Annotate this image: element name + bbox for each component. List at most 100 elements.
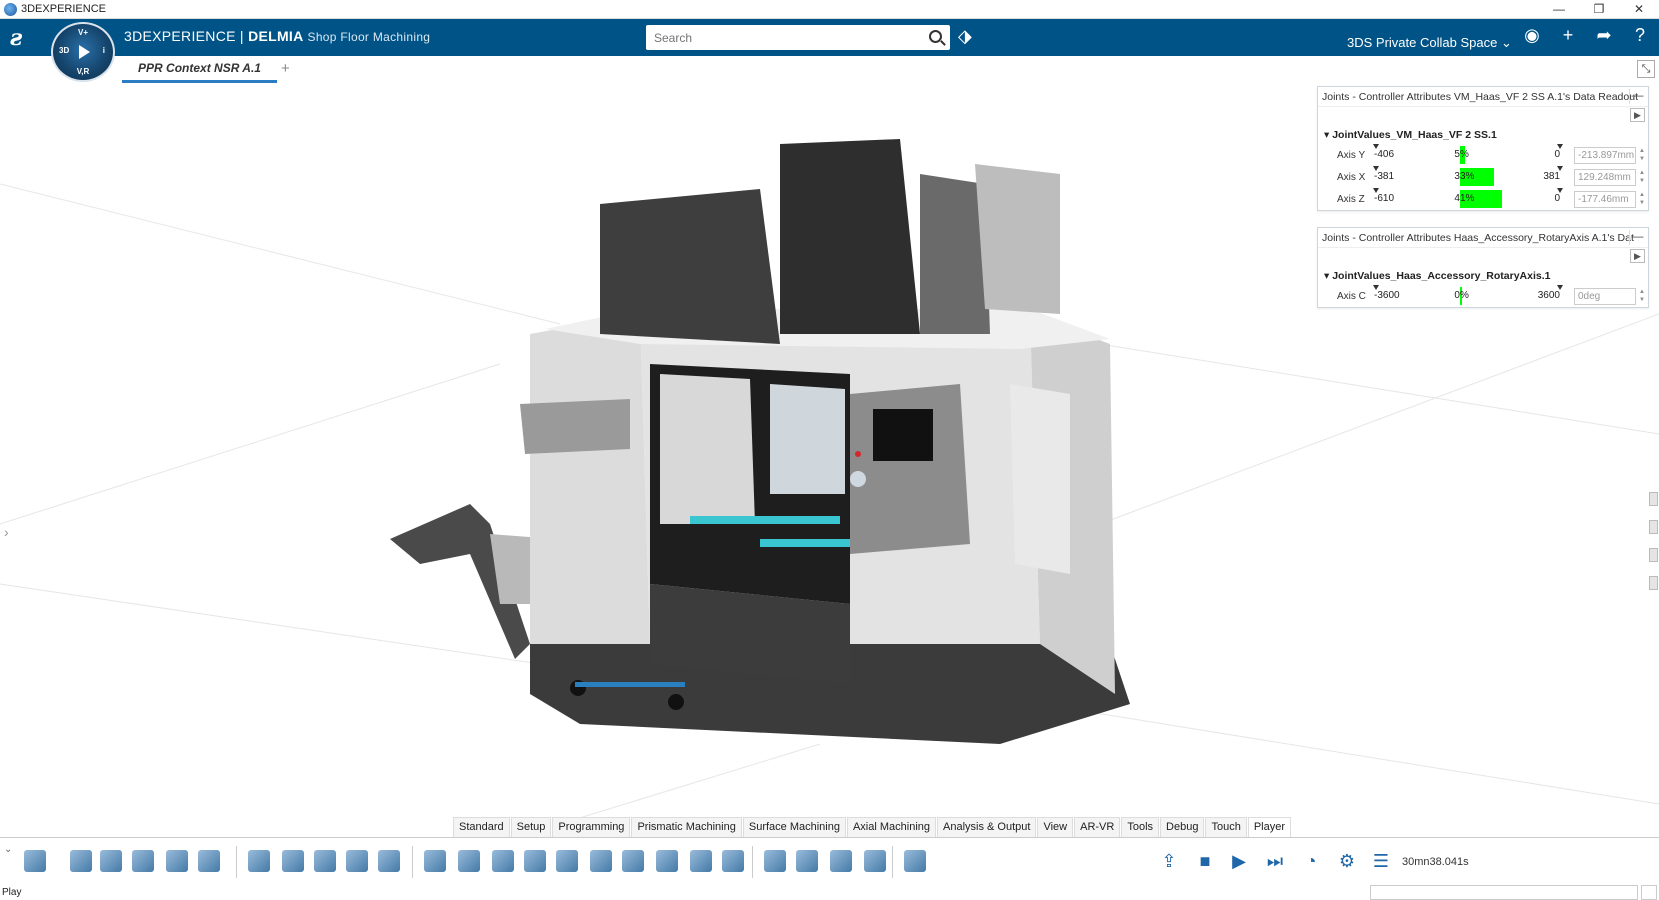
window-titlebar: 3DEXPERIENCE — ❐ ✕ xyxy=(0,0,1659,19)
axis-value-field[interactable]: -213.897mm xyxy=(1574,147,1636,164)
tab-standard[interactable]: Standard xyxy=(453,817,510,837)
machining-tool-icon[interactable] xyxy=(346,850,368,872)
machining-tool-icon[interactable] xyxy=(314,850,336,872)
axis-min: -381 xyxy=(1374,171,1395,182)
tab-axial-machining[interactable]: Axial Machining xyxy=(846,817,937,837)
minimize-panel-button[interactable]: — xyxy=(1629,89,1645,104)
machining-tool-icon[interactable] xyxy=(198,850,220,872)
axis-list: Axis C -3600 0% 3600 0deg ▲ ▼ xyxy=(1318,285,1648,307)
status-input-field[interactable] xyxy=(1370,885,1638,900)
ds-logo-icon[interactable]: ƨ xyxy=(10,25,40,51)
axis-value-field[interactable]: 129.248mm xyxy=(1574,169,1636,186)
axis-value-field[interactable]: -177.46mm xyxy=(1574,191,1636,208)
step-forward-icon[interactable]: ⏭ xyxy=(1264,850,1286,872)
add-icon[interactable]: + xyxy=(1557,25,1579,46)
axis-value-spinner[interactable]: ▲ ▼ xyxy=(1638,288,1646,305)
machining-tool-icon[interactable] xyxy=(492,850,514,872)
side-tool-icon[interactable] xyxy=(1649,548,1658,562)
side-tool-icon[interactable] xyxy=(1649,492,1658,506)
axis-name: Axis Y xyxy=(1337,150,1366,161)
machining-tool-icon[interactable] xyxy=(796,850,818,872)
close-icon[interactable]: ✕ xyxy=(1619,0,1659,18)
axis-value-field[interactable]: 0deg xyxy=(1574,288,1636,305)
tab-surface-machining[interactable]: Surface Machining xyxy=(742,817,846,837)
tab-prismatic-machining[interactable]: Prismatic Machining xyxy=(631,817,742,837)
machining-tool-icon[interactable] xyxy=(524,850,546,872)
chevron-right-icon[interactable]: › xyxy=(4,524,9,540)
axis-percent: 41% xyxy=(1454,193,1475,204)
chevron-right-icon[interactable]: ▶ xyxy=(1630,108,1645,122)
machining-tool-icon[interactable] xyxy=(378,850,400,872)
machining-tool-icon[interactable] xyxy=(622,850,644,872)
machining-tool-icon[interactable] xyxy=(556,850,578,872)
share-icon[interactable]: ➦ xyxy=(1593,25,1615,46)
readout-panel-rotary-axis: Joints - Controller Attributes Haas_Acce… xyxy=(1317,227,1649,308)
joint-group-header[interactable]: ▾ JointValues_VM_Haas_VF 2 SS.1 xyxy=(1318,124,1648,144)
machining-tool-icon[interactable] xyxy=(282,850,304,872)
minimize-panel-button[interactable]: — xyxy=(1629,230,1645,245)
search-icon[interactable] xyxy=(929,30,942,43)
minimize-icon[interactable]: — xyxy=(1539,0,1579,18)
machining-tool-icon[interactable] xyxy=(904,850,926,872)
machining-tool-icon[interactable] xyxy=(656,850,678,872)
export-icon[interactable]: ⇪ xyxy=(1158,850,1180,872)
search-input[interactable] xyxy=(646,26,916,49)
collab-space-selector[interactable]: 3DS Private Collab Space ⌄ xyxy=(1347,35,1512,51)
tab-ppr-context[interactable]: PPR Context NSR A.1 xyxy=(122,56,277,83)
side-tool-icon[interactable] xyxy=(1649,520,1658,534)
brand-prefix: 3DEXPERIENCE | xyxy=(124,28,249,44)
machining-tool-icon[interactable] xyxy=(166,850,188,872)
machining-tool-icon[interactable] xyxy=(590,850,612,872)
machining-tool-icon[interactable] xyxy=(722,850,744,872)
machining-tool-icon[interactable] xyxy=(132,850,154,872)
machining-tool-icon[interactable] xyxy=(864,850,886,872)
stop-icon[interactable]: ■ xyxy=(1194,850,1216,872)
axis-value-spinner[interactable]: ▲ ▼ xyxy=(1638,147,1646,164)
tab-view[interactable]: View xyxy=(1037,817,1074,837)
side-tool-icon[interactable] xyxy=(1649,576,1658,590)
status-end-button[interactable] xyxy=(1641,885,1657,900)
top-right-icons: ◉ + ➦ ? xyxy=(1521,25,1651,46)
play-icon xyxy=(79,45,90,59)
action-bar: ⌄ ⇪ ■ ▶ ⏭ ◔ ⚙ ☰ 30mn38.041s xyxy=(0,837,1659,885)
tab-setup[interactable]: Setup xyxy=(510,817,552,837)
add-tab-button[interactable]: + xyxy=(281,60,290,77)
machining-tool-icon[interactable] xyxy=(458,850,480,872)
compass-label-right: i xyxy=(102,46,105,55)
chevron-right-icon[interactable]: ▶ xyxy=(1630,249,1645,263)
axis-value-spinner[interactable]: ▲ ▼ xyxy=(1638,169,1646,186)
user-icon[interactable]: ◉ xyxy=(1521,25,1543,46)
machining-tool-icon[interactable] xyxy=(24,850,46,872)
tab-programming[interactable]: Programming xyxy=(552,817,631,837)
list-icon[interactable]: ☰ xyxy=(1370,850,1392,872)
machining-tool-icon[interactable] xyxy=(248,850,270,872)
machining-tool-icon[interactable] xyxy=(830,850,852,872)
tab-debug[interactable]: Debug xyxy=(1160,817,1205,837)
expand-icon[interactable]: ⤡ xyxy=(1637,60,1655,78)
settings-gear-icon[interactable]: ⚙ xyxy=(1336,850,1358,872)
help-icon[interactable]: ? xyxy=(1629,25,1651,46)
axis-row: Axis Y -406 5% 0 -213.897mm ▲ ▼ xyxy=(1318,144,1648,166)
axis-percent: 0% xyxy=(1454,290,1469,301)
tab-ar-vr[interactable]: AR-VR xyxy=(1074,817,1121,837)
machining-tool-icon[interactable] xyxy=(70,850,92,872)
tab-player[interactable]: Player xyxy=(1247,817,1291,837)
tab-tools[interactable]: Tools xyxy=(1121,817,1160,837)
speed-gauge-icon[interactable]: ◔ xyxy=(1300,850,1322,872)
axis-value-spinner[interactable]: ▲ ▼ xyxy=(1638,191,1646,208)
tab-analysis-output[interactable]: Analysis & Output xyxy=(937,817,1037,837)
machining-tool-icon[interactable] xyxy=(100,850,122,872)
machining-tool-icon[interactable] xyxy=(764,850,786,872)
tag-icon[interactable]: ⬗ xyxy=(958,26,980,48)
machining-tool-icon[interactable] xyxy=(424,850,446,872)
action-bar-tabs: Standard Setup Programming Prismatic Machin… xyxy=(453,817,1292,837)
toolbar-chevron-icon[interactable]: ⌄ xyxy=(4,844,12,855)
panel-title: Joints - Controller Attributes Haas_Acce… xyxy=(1322,231,1634,244)
compass-button[interactable]: V+ 3D i V,R xyxy=(51,22,115,82)
joint-group-header[interactable]: ▾ JointValues_Haas_Accessory_RotaryAxis.… xyxy=(1318,265,1648,285)
app-logo-icon xyxy=(4,2,17,16)
machining-tool-icon[interactable] xyxy=(690,850,712,872)
tab-touch[interactable]: Touch xyxy=(1205,817,1247,837)
restore-icon[interactable]: ❐ xyxy=(1579,0,1619,18)
play-icon[interactable]: ▶ xyxy=(1228,850,1250,872)
